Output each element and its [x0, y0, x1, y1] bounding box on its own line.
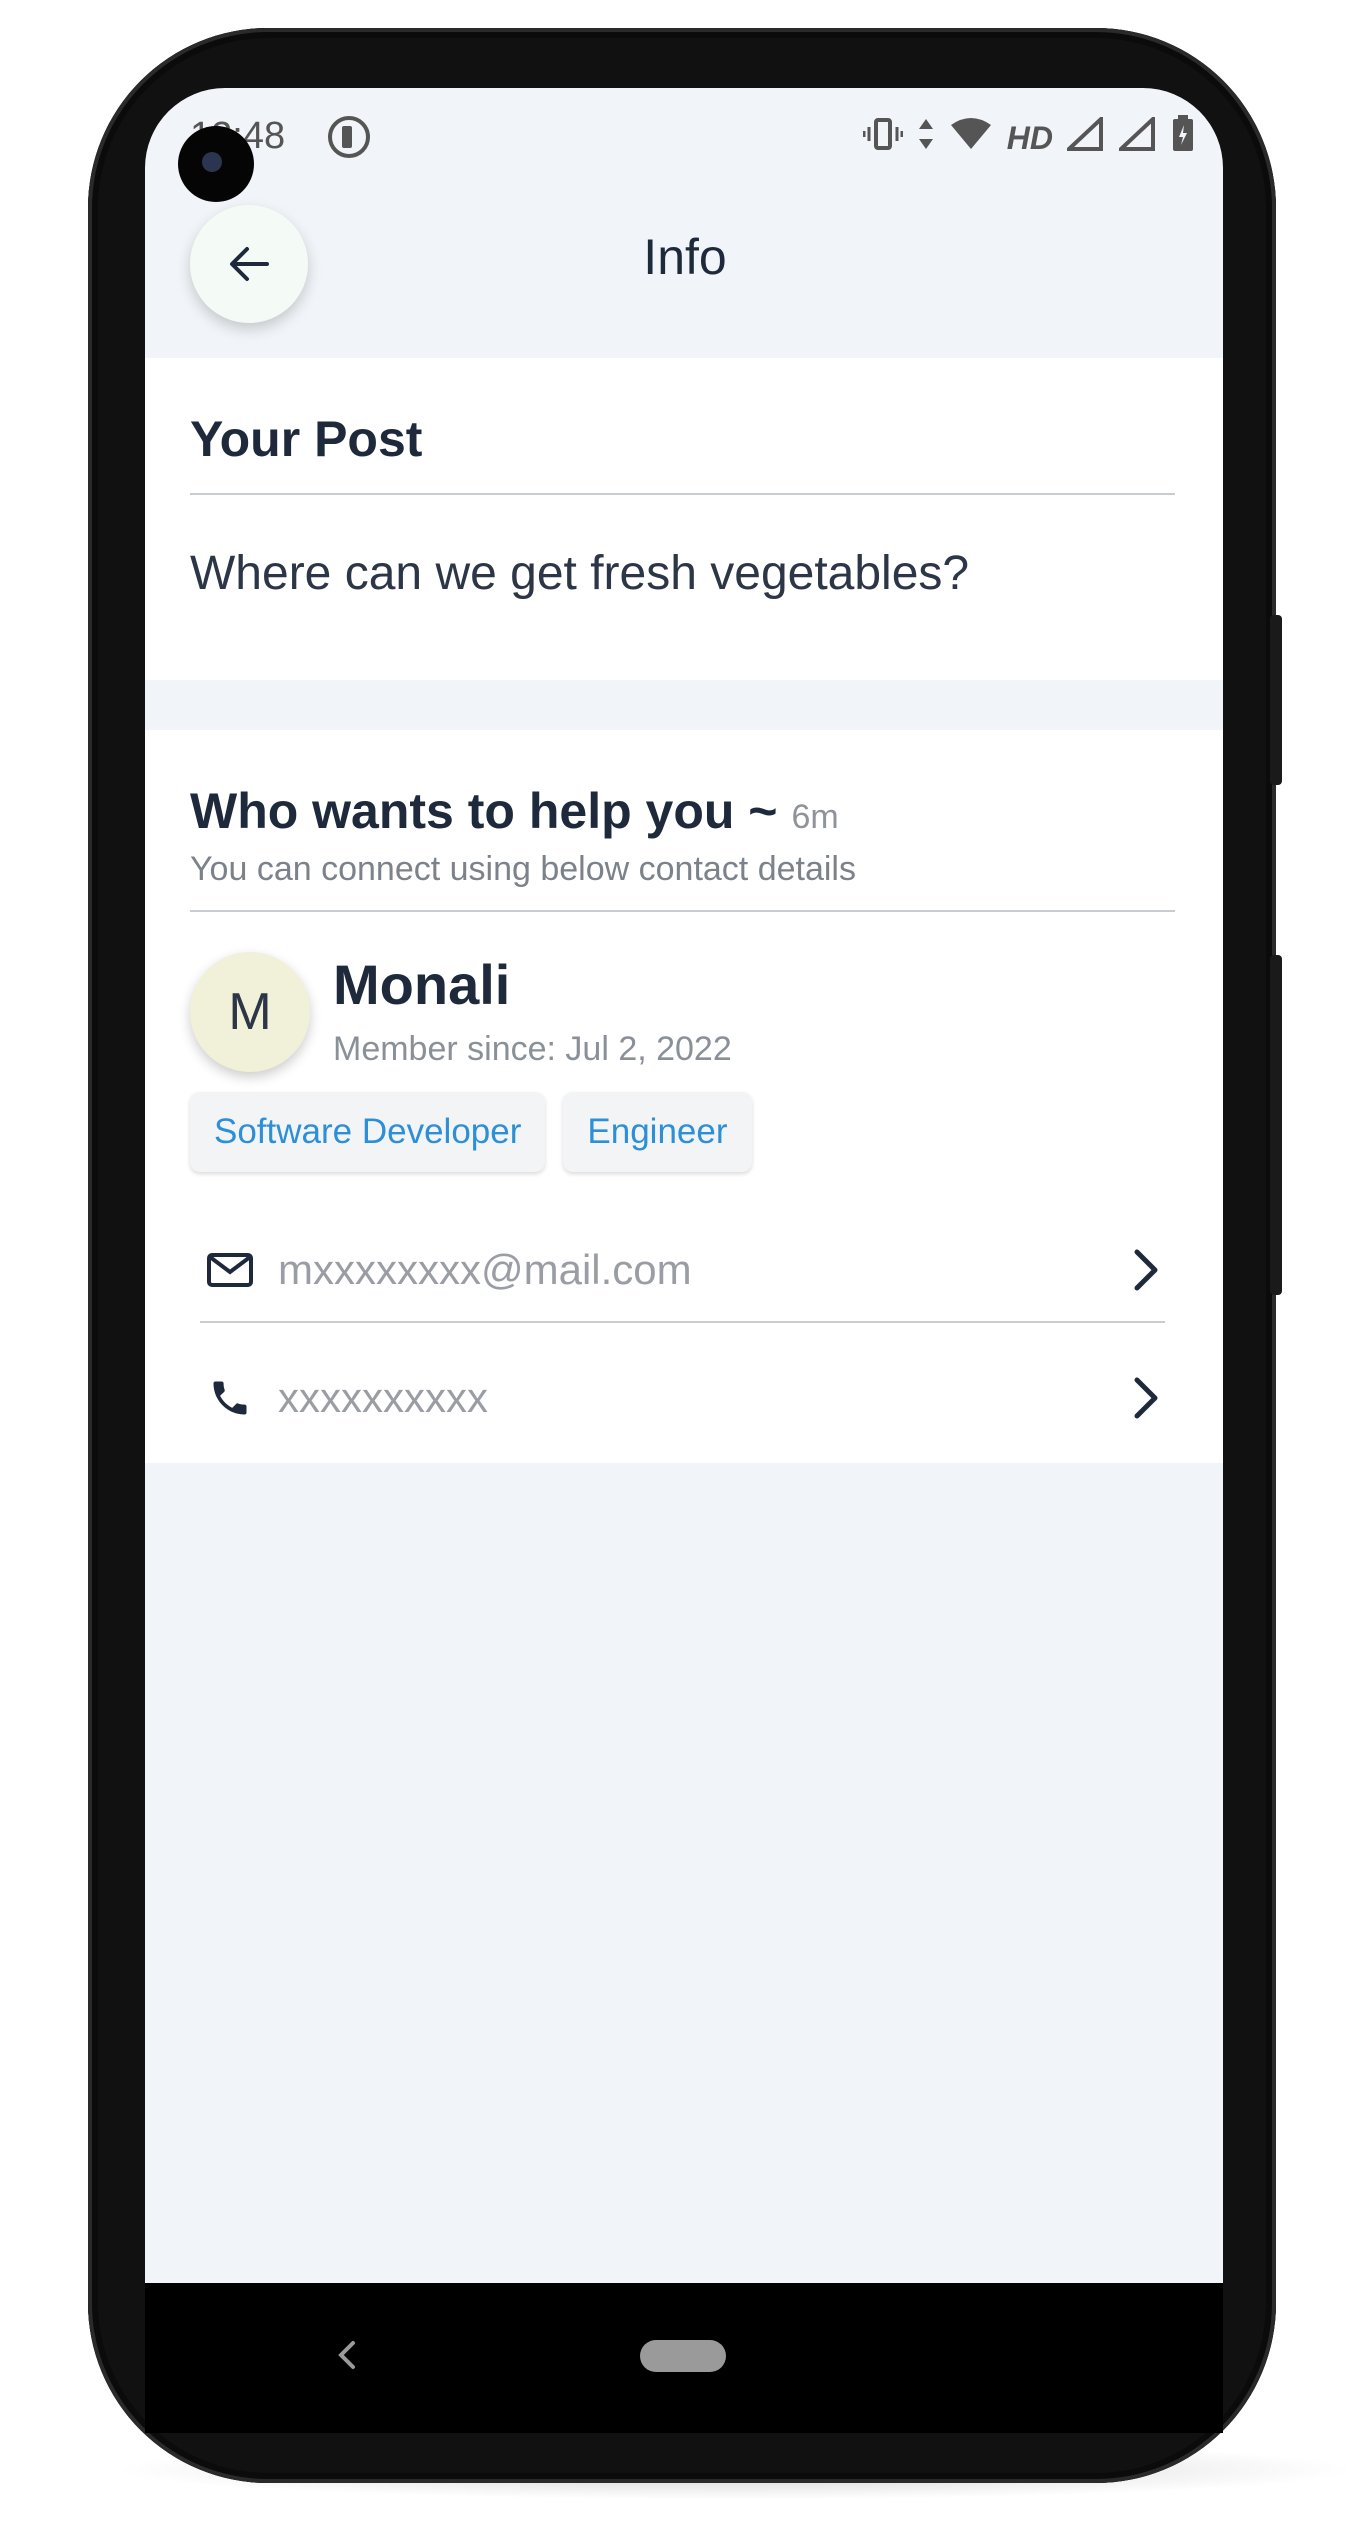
- helper-section-title: Who wants to help you ~ 6m: [190, 782, 839, 840]
- status-icons: HD: [862, 114, 1195, 162]
- notification-app-icon: [328, 116, 370, 158]
- post-section-title: Your Post: [190, 411, 423, 467]
- phone-row[interactable]: xxxxxxxxxx: [190, 1348, 1175, 1448]
- helper-title-text: Who wants to help you ~: [190, 783, 778, 839]
- avatar-initial: M: [228, 983, 272, 1041]
- phone-icon: [190, 1376, 270, 1420]
- post-card: Your Post Where can we get fresh vegetab…: [145, 358, 1223, 680]
- member-since: Member since: Jul 2, 2022: [333, 1030, 732, 1068]
- nav-home-button[interactable]: [640, 2340, 726, 2372]
- helper-card: Who wants to help you ~ 6m You can conne…: [145, 730, 1223, 1463]
- post-text: Where can we get fresh vegetables?: [190, 547, 970, 600]
- mail-icon: [190, 1252, 270, 1288]
- nav-back-button[interactable]: [335, 2335, 365, 2375]
- phone-text: xxxxxxxxxx: [278, 1374, 488, 1421]
- helper-time-ago: 6m: [791, 798, 839, 836]
- chevron-left-icon: [338, 2341, 355, 2369]
- contact-divider: [200, 1321, 1165, 1323]
- app-screen: Your Post Where can we get fresh vegetab…: [145, 88, 1223, 2283]
- front-camera: [178, 126, 254, 202]
- helper-subtitle: You can connect using below contact deta…: [190, 850, 856, 888]
- network-type-label: HD: [1006, 120, 1053, 156]
- vibrate-icon: [862, 117, 904, 160]
- data-arrows-icon: [917, 117, 935, 160]
- helper-divider: [190, 910, 1175, 912]
- tag-engineer: Engineer: [563, 1092, 752, 1172]
- email-row[interactable]: mxxxxxxxx@mail.com: [190, 1220, 1175, 1320]
- post-divider: [190, 493, 1175, 495]
- chevron-right-icon: [1115, 1248, 1175, 1292]
- page: Your Post Where can we get fresh vegetab…: [0, 0, 1370, 2534]
- signal-icon: [1115, 114, 1157, 160]
- chevron-right-icon: [1115, 1376, 1175, 1420]
- email-text: mxxxxxxxx@mail.com: [278, 1246, 692, 1293]
- user-name: Monali: [333, 953, 511, 1016]
- tag-software-developer: Software Developer: [190, 1092, 546, 1172]
- battery-icon: [1171, 115, 1195, 162]
- power-button: [1270, 955, 1282, 1295]
- avatar: M: [190, 952, 310, 1072]
- wifi-icon: [949, 117, 993, 160]
- signal-icon: [1063, 114, 1105, 160]
- tag-list: Software Developer Engineer: [190, 1092, 752, 1172]
- volume-button: [1270, 615, 1282, 785]
- page-title: Info: [643, 229, 727, 285]
